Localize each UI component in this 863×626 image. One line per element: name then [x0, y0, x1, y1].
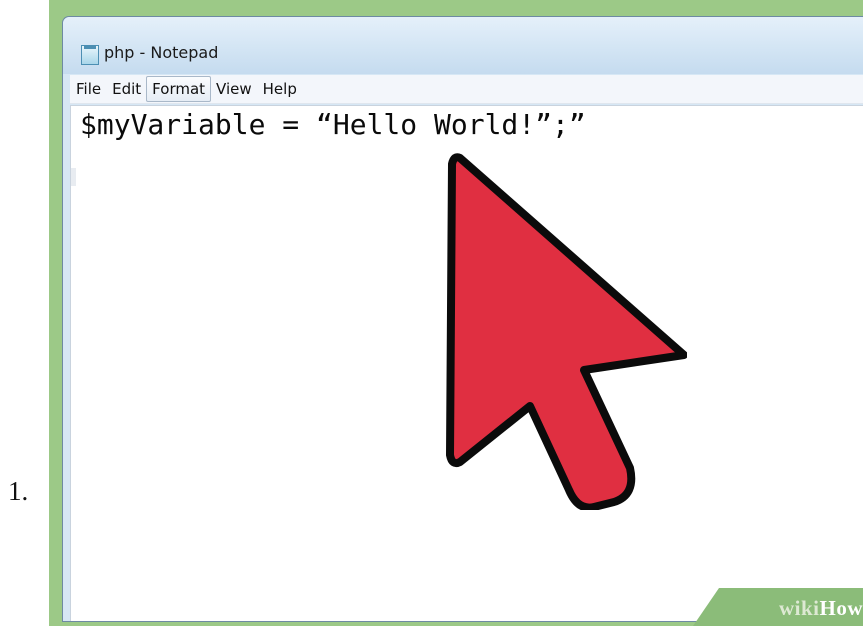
gutter-mark	[71, 168, 76, 186]
notepad-icon	[81, 45, 99, 65]
wikihow-watermark: wikiHow	[693, 588, 863, 626]
window-title: php - Notepad	[104, 43, 219, 62]
watermark-how: How	[819, 596, 863, 620]
menu-file[interactable]: File	[70, 76, 107, 102]
step-illustration: php - Notepad File Edit Format View Help…	[49, 0, 863, 626]
watermark-wiki: wiki	[778, 596, 820, 620]
menu-format[interactable]: Format	[146, 76, 212, 102]
list-number: 1.	[8, 476, 29, 506]
menu-bar: File Edit Format View Help	[70, 75, 863, 104]
mouse-pointer-icon	[446, 153, 687, 510]
menu-view[interactable]: View	[210, 76, 258, 102]
title-bar[interactable]: php - Notepad	[63, 17, 863, 74]
page: 1. php - Notepad File Edit Format View H…	[0, 0, 863, 626]
menu-help[interactable]: Help	[257, 76, 303, 102]
code-line: $myVariable = “Hello World!”;”	[80, 108, 586, 141]
menu-edit[interactable]: Edit	[106, 76, 147, 102]
